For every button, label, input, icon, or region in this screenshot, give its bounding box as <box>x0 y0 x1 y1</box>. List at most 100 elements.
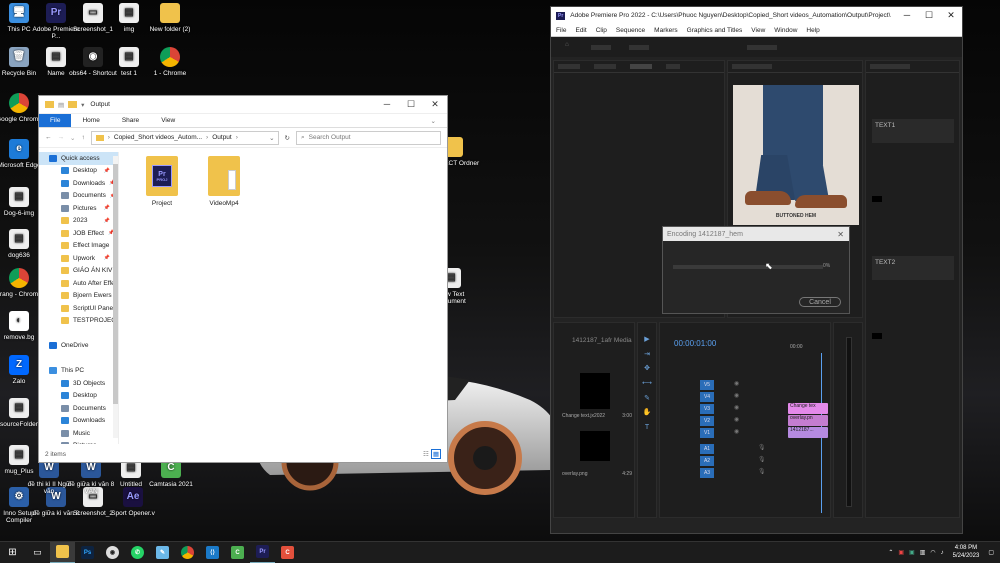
track-target-v1[interactable]: V1 <box>700 428 714 438</box>
nav-item[interactable]: Downloads <box>39 415 118 428</box>
media-item-2[interactable]: overlay.png 4:29 <box>562 431 632 477</box>
nav-item[interactable]: 2023 📌 <box>39 215 118 228</box>
nav-item[interactable]: Desktop <box>39 390 118 403</box>
track-target-v3[interactable]: V3 <box>700 404 714 414</box>
cancel-button[interactable]: Cancel <box>799 297 841 307</box>
media-item-1[interactable]: Change text.jx2022 3:00 <box>562 373 632 419</box>
taskbar-vscode[interactable]: ⟨⟩ <box>200 542 225 563</box>
text-layer-2[interactable]: TEXT2 <box>872 256 954 280</box>
taskbar-file-explorer[interactable] <box>50 541 75 563</box>
tray-app-icon[interactable]: ▣ <box>909 549 915 556</box>
breadcrumb-current[interactable]: Output <box>212 134 232 141</box>
taskbar-notepad[interactable]: ✎ <box>150 542 175 563</box>
essential-graphics-panel[interactable]: TEXT1 TEXT2 <box>865 60 960 518</box>
dialog-close-icon[interactable]: ✕ <box>837 230 844 239</box>
properties-icon[interactable]: ▤ <box>58 101 64 109</box>
track-target-v4[interactable]: V4 <box>700 392 714 402</box>
taskbar-obs[interactable]: ◉ <box>100 542 125 563</box>
taskbar-other-app[interactable]: C <box>275 542 300 563</box>
menu-file[interactable]: File <box>556 27 566 34</box>
encoding-dialog[interactable]: Encoding 1412187_hem ✕ 0% ⬉ Cancel <box>662 226 850 314</box>
eye-icon[interactable]: ◉ <box>734 428 739 435</box>
minimize-button[interactable]: ─ <box>375 99 399 110</box>
clock[interactable]: 4:08 PM 5/24/2023 <box>953 545 980 559</box>
volume-icon[interactable]: ♪ <box>941 550 944 556</box>
nav-item[interactable]: JOB Effect 📌 <box>39 227 118 240</box>
nav-item[interactable]: Documents <box>39 402 118 415</box>
menu-sequence[interactable]: Sequence <box>616 27 645 34</box>
desktop-icon[interactable]: New folder (2) <box>143 3 197 33</box>
file-item-project[interactable]: Pr PROJ Project <box>137 152 187 207</box>
nav-item[interactable]: Auto After Effect <box>39 277 118 290</box>
nav-item[interactable]: Music <box>39 427 118 440</box>
mic-icon[interactable]: 🎙 <box>758 468 766 475</box>
nav-item[interactable]: OneDrive <box>39 340 118 353</box>
menu-clip[interactable]: Clip <box>596 27 607 34</box>
large-icons-view-icon[interactable]: ▦ <box>430 449 441 459</box>
recent-dropdown-icon[interactable]: ⌄ <box>70 134 75 142</box>
maximize-button[interactable]: ☐ <box>918 10 940 21</box>
tools-panel[interactable]: ▶ ⇥ ✥ ⟷ ✎ ✋ T <box>637 322 657 518</box>
menu-graphics-and-titles[interactable]: Graphics and Titles <box>687 27 743 34</box>
menu-help[interactable]: Help <box>806 27 819 34</box>
close-button[interactable]: ✕ <box>423 99 447 110</box>
home-icon[interactable]: ⌂ <box>565 41 569 48</box>
task-view-button[interactable]: ▭ <box>25 542 50 563</box>
taskbar-whatsapp[interactable]: ✆ <box>125 542 150 563</box>
taskbar-photoshop[interactable]: Ps <box>75 542 100 563</box>
wifi-icon[interactable]: ◠ <box>930 549 935 556</box>
eye-icon[interactable]: ◉ <box>734 380 739 387</box>
nav-item[interactable]: Effect Image📌 <box>39 240 118 253</box>
address-dropdown-icon[interactable]: ⌄ <box>269 134 274 142</box>
ribbon-tab-share[interactable]: Share <box>111 114 150 127</box>
menu-window[interactable]: Window <box>774 27 797 34</box>
nav-item[interactable]: Downloads📌 <box>39 177 118 190</box>
nav-item[interactable]: Upwork 📌 <box>39 252 118 265</box>
details-view-icon[interactable]: ☷ <box>423 450 429 458</box>
nav-item[interactable]: Bjoern Ewers <box>39 290 118 303</box>
menu-view[interactable]: View <box>751 27 765 34</box>
nav-item[interactable]: Pictures 📌 <box>39 202 118 215</box>
taskbar-camtasia[interactable]: C <box>225 542 250 563</box>
eye-icon[interactable]: ◉ <box>734 392 739 399</box>
taskbar-premiere[interactable]: Pr <box>250 542 275 563</box>
project-panel[interactable]: 1412187_1afr Media Change text.jx2022 3:0… <box>553 322 635 518</box>
show-hidden-icons-icon[interactable]: ⌃ <box>888 549 893 556</box>
ribbon-tab-home[interactable]: Home <box>71 114 110 127</box>
menu-markers[interactable]: Markers <box>654 27 677 34</box>
back-arrow-icon[interactable]: ← <box>45 134 52 141</box>
navigation-pane[interactable]: Quick accessDesktop📌Downloads📌Documents📌… <box>39 152 119 444</box>
nav-item[interactable]: Desktop 📌 <box>39 165 118 178</box>
taskbar-chrome[interactable] <box>175 542 200 563</box>
text-layer-1[interactable]: TEXT1 <box>872 119 954 143</box>
close-button[interactable]: ✕ <box>940 10 962 21</box>
ribbon-tab-view[interactable]: View <box>150 114 186 127</box>
up-arrow-icon[interactable]: ↑ <box>81 134 84 141</box>
nav-item[interactable]: ScriptUI Panels <box>39 302 118 315</box>
start-button[interactable]: ⊞ <box>0 542 25 563</box>
search-box[interactable]: ⌕ Search Output <box>296 130 441 145</box>
eye-icon[interactable]: ◉ <box>734 416 739 423</box>
timeline-clip[interactable]: overlay.pn <box>788 415 828 426</box>
track-target-v2[interactable]: V2 <box>700 416 714 426</box>
new-folder-icon[interactable] <box>68 101 78 108</box>
quick-access-dropdown-icon[interactable]: ▾ <box>81 101 84 109</box>
ribbon-tab-file[interactable]: File <box>39 114 72 127</box>
timeline-panel[interactable]: 00:00:01:00 00:00 V5 ◉ V4 ◉ V3 ◉ V2 ◉ V1 ◉ A1 🎙 A2 🎙 A… <box>659 322 831 518</box>
track-target-v5[interactable]: V5 <box>700 380 714 390</box>
forward-arrow-icon[interactable]: → <box>58 134 65 141</box>
menu-edit[interactable]: Edit <box>575 27 586 34</box>
network-icon[interactable]: ▥ <box>920 549 926 556</box>
nav-item[interactable]: Documents📌 <box>39 190 118 203</box>
timeline-clip[interactable]: Change tex <box>788 403 828 414</box>
mic-icon[interactable]: 🎙 <box>758 456 766 463</box>
mic-icon[interactable]: 🎙 <box>758 444 766 451</box>
nav-scrollbar[interactable] <box>113 156 118 438</box>
maximize-button[interactable]: ☐ <box>399 99 423 110</box>
nav-item[interactable]: 3D Objects <box>39 377 118 390</box>
track-target-a2[interactable]: A2 <box>700 456 714 466</box>
refresh-icon[interactable]: ↻ <box>285 134 290 142</box>
address-bar[interactable]: › Copied_Short videos_Autom... › Output … <box>90 130 279 145</box>
file-explorer-window[interactable]: ▤ ▾ Output ─ ☐ ✕ File Home Share View ⌄ … <box>38 95 448 463</box>
notification-icon[interactable]: ▢ <box>988 549 994 556</box>
